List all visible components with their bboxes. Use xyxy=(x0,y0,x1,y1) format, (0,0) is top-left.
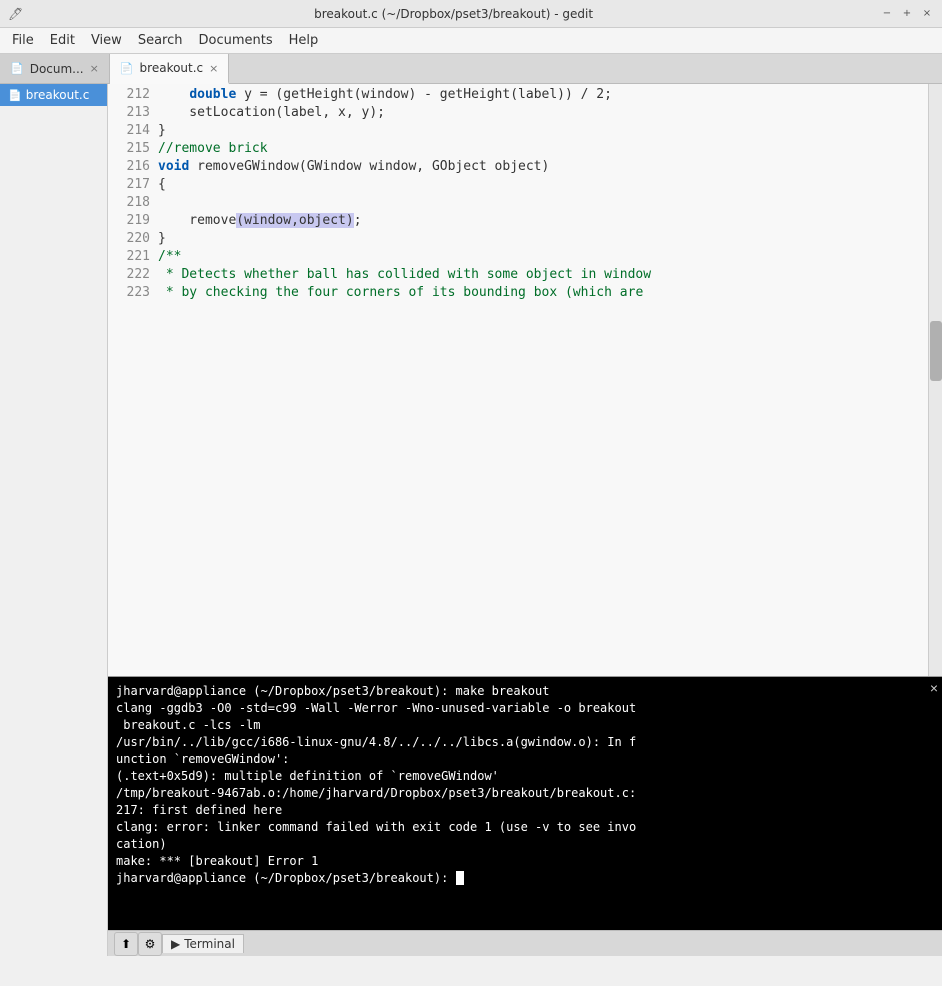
line-num-215: 215 xyxy=(108,140,158,158)
scrollbar-thumb[interactable] xyxy=(930,321,942,381)
line-num-220: 220 xyxy=(108,230,158,248)
line-num-216: 216 xyxy=(108,158,158,176)
window-controls: − + × xyxy=(880,7,934,21)
code-line-213: 213 setLocation(label, x, y); xyxy=(108,104,942,122)
line-content-220: } xyxy=(158,230,166,248)
menu-edit[interactable]: Edit xyxy=(42,31,83,50)
code-line-223: 223 * by checking the four corners of it… xyxy=(108,284,942,302)
tab-docum-label: Docum... xyxy=(30,62,84,76)
line-content-221: /** xyxy=(158,248,181,266)
terminal-tab-icon: ▶ xyxy=(171,937,180,951)
menu-bar: File Edit View Search Documents Help xyxy=(0,28,942,54)
terminal-line-5: unction `removeGWindow': xyxy=(116,751,934,768)
line-num-212: 212 xyxy=(108,86,158,104)
minimize-button[interactable]: − xyxy=(880,7,894,21)
line-content-219: remove(window,object); xyxy=(158,212,362,230)
maximize-button[interactable]: + xyxy=(900,7,914,21)
terminal-tab[interactable]: ▶ Terminal xyxy=(162,934,244,953)
code-view[interactable]: 212 double y = (getHeight(window) - getH… xyxy=(108,84,942,676)
menu-view[interactable]: View xyxy=(83,31,130,50)
menu-search[interactable]: Search xyxy=(130,31,191,50)
code-line-215: 215 //remove brick xyxy=(108,140,942,158)
terminal-output[interactable]: × jharvard@appliance (~/Dropbox/pset3/br… xyxy=(108,677,942,930)
menu-help[interactable]: Help xyxy=(281,31,327,50)
line-num-223: 223 xyxy=(108,284,158,302)
line-content-222: * Detects whether ball has collided with… xyxy=(158,266,651,284)
close-button[interactable]: × xyxy=(920,7,934,21)
terminal-bottom-btn2[interactable]: ⚙ xyxy=(138,932,162,956)
line-content-215: //remove brick xyxy=(158,140,268,158)
editor-scrollbar[interactable] xyxy=(928,84,942,676)
terminal-line-11: make: *** [breakout] Error 1 xyxy=(116,853,934,870)
terminal-line-12: jharvard@appliance (~/Dropbox/pset3/brea… xyxy=(116,870,934,887)
side-file-label: breakout.c xyxy=(26,88,90,102)
code-line-221: 221 /** xyxy=(108,248,942,266)
code-lines: 212 double y = (getHeight(window) - getH… xyxy=(108,86,942,302)
side-panel: 📄 breakout.c xyxy=(0,84,108,956)
code-line-216: 216 void removeGWindow(GWindow window, G… xyxy=(108,158,942,176)
code-line-222: 222 * Detects whether ball has collided … xyxy=(108,266,942,284)
line-num-214: 214 xyxy=(108,122,158,140)
terminal-section: × jharvard@appliance (~/Dropbox/pset3/br… xyxy=(108,676,942,956)
line-content-217: { xyxy=(158,176,166,194)
line-num-217: 217 xyxy=(108,176,158,194)
tab-docum-close[interactable]: × xyxy=(90,62,99,75)
code-line-212: 212 double y = (getHeight(window) - getH… xyxy=(108,86,942,104)
line-num-222: 222 xyxy=(108,266,158,284)
tab-breakout-label: breakout.c xyxy=(140,61,204,75)
line-num-221: 221 xyxy=(108,248,158,266)
editor-area: 212 double y = (getHeight(window) - getH… xyxy=(108,84,942,956)
terminal-line-7: /tmp/breakout-9467ab.o:/home/jharvard/Dr… xyxy=(116,785,934,802)
tab-docum-icon: 📄 xyxy=(10,62,24,75)
terminal-line-1: jharvard@appliance (~/Dropbox/pset3/brea… xyxy=(116,683,934,700)
line-num-213: 213 xyxy=(108,104,158,122)
line-content-213: setLocation(label, x, y); xyxy=(158,104,385,122)
menu-documents[interactable]: Documents xyxy=(190,31,280,50)
line-content-216: void removeGWindow(GWindow window, GObje… xyxy=(158,158,549,176)
menu-file[interactable]: File xyxy=(4,31,42,50)
window-title: breakout.c (~/Dropbox/pset3/breakout) - … xyxy=(27,7,880,21)
terminal-line-6: (.text+0x5d9): multiple definition of `r… xyxy=(116,768,934,785)
terminal-line-10: cation) xyxy=(116,836,934,853)
code-line-214: 214 } xyxy=(108,122,942,140)
tab-bar: 📄 Docum... × 📄 breakout.c × xyxy=(0,54,942,84)
code-line-219: 219 remove(window,object); xyxy=(108,212,942,230)
title-icon: 🖊 xyxy=(8,7,23,21)
terminal-line-4: /usr/bin/../lib/gcc/i686-linux-gnu/4.8/.… xyxy=(116,734,934,751)
terminal-cursor xyxy=(456,871,464,885)
terminal-bottom-btn1[interactable]: ⬆ xyxy=(114,932,138,956)
tab-docum[interactable]: 📄 Docum... × xyxy=(0,54,110,83)
tab-breakout-icon: 📄 xyxy=(120,62,134,75)
line-num-218: 218 xyxy=(108,194,158,212)
terminal-tab-bar: ⬆ ⚙ ▶ Terminal xyxy=(108,930,942,956)
side-file-icon: 📄 xyxy=(8,89,22,102)
side-file-breakout[interactable]: 📄 breakout.c xyxy=(0,84,107,106)
line-num-219: 219 xyxy=(108,212,158,230)
tab-breakout-close[interactable]: × xyxy=(209,62,218,75)
main-area: 📄 breakout.c 212 double y = (getHeight(w… xyxy=(0,84,942,956)
line-content-223: * by checking the four corners of its bo… xyxy=(158,284,643,302)
terminal-line-8: 217: first defined here xyxy=(116,802,934,819)
code-line-217: 217 { xyxy=(108,176,942,194)
code-line-220: 220 } xyxy=(108,230,942,248)
tab-breakout-c[interactable]: 📄 breakout.c × xyxy=(110,54,230,84)
terminal-line-9: clang: error: linker command failed with… xyxy=(116,819,934,836)
title-bar: 🖊 breakout.c (~/Dropbox/pset3/breakout) … xyxy=(0,0,942,28)
code-line-218: 218 xyxy=(108,194,942,212)
terminal-line-2: clang -ggdb3 -O0 -std=c99 -Wall -Werror … xyxy=(116,700,934,717)
line-content-212: double y = (getHeight(window) - getHeigh… xyxy=(158,86,612,104)
terminal-line-3: breakout.c -lcs -lm xyxy=(116,717,934,734)
terminal-tab-label: Terminal xyxy=(184,937,235,951)
terminal-close-button[interactable]: × xyxy=(930,681,938,695)
line-content-214: } xyxy=(158,122,166,140)
